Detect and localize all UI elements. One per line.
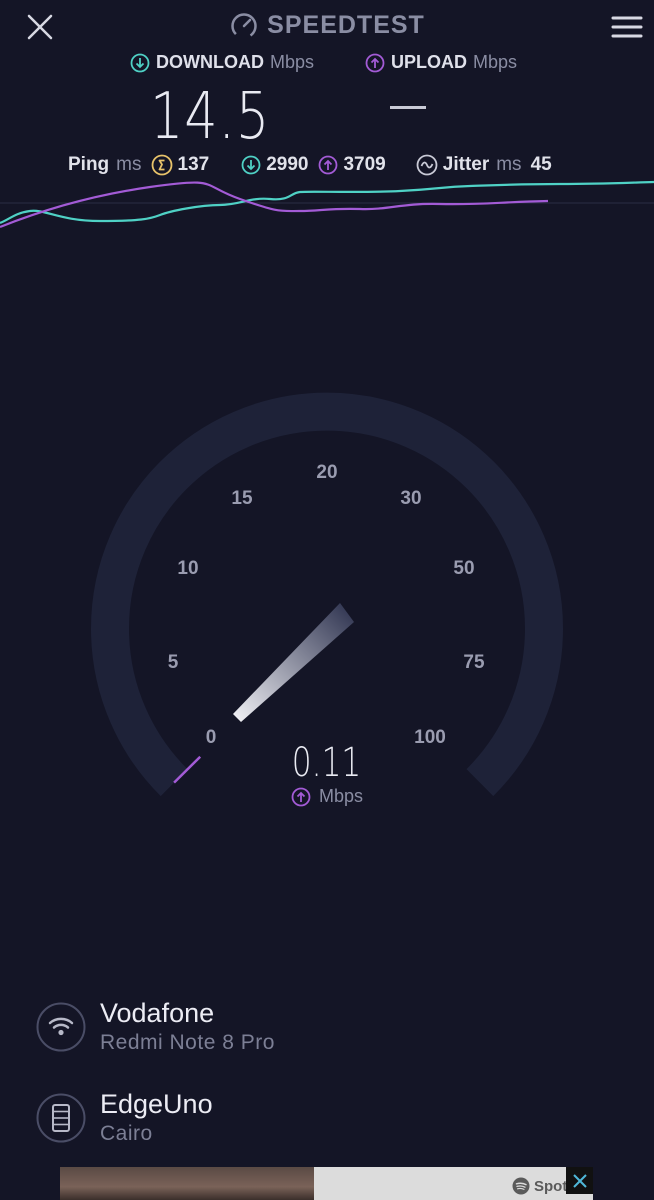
server-location: Cairo [100,1122,153,1145]
ad-banner[interactable]: Spotify [60,1167,593,1200]
download-label: DOWNLOAD [156,52,264,72]
upload-latency-stat: 3709 [318,154,386,176]
jitter-label: Jitter [442,154,490,175]
jitter-wave-icon [416,154,438,176]
gauge-tick-20: 20 [316,462,337,483]
app-title: SPEEDTEST [0,10,654,45]
ad-close-button[interactable] [566,1167,593,1194]
upload-arrow-icon [365,53,385,72]
latency-stats-row: Ping ms 137 2990 3709 Jitter ms 45 [68,154,552,176]
download-unit: Mbps [269,52,314,72]
menu-button[interactable] [610,12,644,42]
download-latency-icon [241,155,261,175]
download-latency-stat: 2990 [241,154,308,176]
gauge-current-value-text: 0.11 [292,740,362,786]
ping-icon [151,154,172,176]
upload-speed-placeholder-dash [390,106,426,109]
upload-label: UPLOAD [391,52,467,72]
gauge-unit-row: Mbps [0,786,654,807]
upload-arrow-icon [291,787,311,806]
ad-image [60,1167,314,1200]
gauge-needle [233,603,354,722]
gauge-tick-50: 50 [453,558,474,579]
device-name: Redmi Note 8 Pro [100,1031,275,1054]
wifi-icon [36,1002,86,1052]
gauge-tick-30: 30 [400,488,421,509]
live-speed-graph [0,180,654,229]
server-info[interactable]: EdgeUno Cairo [36,1088,213,1148]
server-icon [36,1093,86,1143]
gauge-current-value: 0.11 [0,740,654,786]
server-name: EdgeUno [100,1089,213,1119]
download-arrow-icon [130,53,150,72]
connection-info[interactable]: Vodafone Redmi Note 8 Pro [36,997,275,1057]
ping-label: Ping [68,154,110,175]
ping-unit: ms [116,154,142,175]
upload-header: UPLOAD Mbps [365,52,517,73]
download-speed-value: 14.5 [150,80,271,154]
provider-name: Vodafone [100,998,215,1028]
server-text: EdgeUno Cairo [100,1088,213,1148]
upload-unit: Mbps [473,52,518,72]
gauge-tick-15: 15 [231,488,253,509]
gauge-unit-label: Mbps [318,786,363,806]
jitter-unit: ms [496,154,522,175]
app-title-label: SPEEDTEST [267,10,425,39]
jitter-stat: Jitter ms 45 [416,154,552,176]
jitter-value: 45 [530,154,552,175]
ping-stat: Ping ms 137 [68,154,209,176]
ping-value: 137 [177,154,210,175]
upload-latency-value: 3709 [343,154,386,175]
close-icon [572,1173,587,1188]
hamburger-menu-icon [611,16,643,38]
download-latency-value: 2990 [266,154,309,175]
spotify-logo-icon [512,1177,530,1195]
speedtest-screen: SPEEDTEST DOWNLOAD Mbps UPLOAD Mbps 14.5 [0,0,654,1200]
gauge-tick-75: 75 [463,652,485,673]
gauge-tick-10: 10 [177,558,198,579]
upload-latency-icon [319,155,338,175]
download-header: DOWNLOAD Mbps [130,52,314,73]
connection-text: Vodafone Redmi Note 8 Pro [100,997,275,1057]
speedometer-icon [231,13,257,39]
gauge-tick-5: 5 [168,652,179,673]
